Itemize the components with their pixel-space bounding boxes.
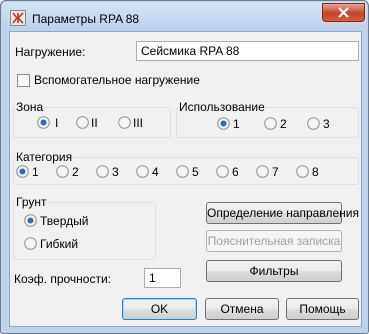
usage-option-label: 1 [233,117,240,131]
zone-option-label: III [133,116,144,130]
title-bar[interactable]: Параметры RPA 88 [2,2,367,30]
usage-option-label: 2 [280,117,287,131]
soil-option-label: Твердый [40,214,89,228]
category-group-title: Категория [15,150,74,164]
auxiliary-load-checkbox[interactable] [17,74,30,87]
zone-option-label: II [91,116,98,130]
category-option-label: 3 [112,165,119,179]
load-label: Нагружение: [15,45,86,59]
category-option-label: 1 [32,165,39,179]
category-option-label: 5 [192,165,199,179]
strength-coefficient-input[interactable]: 1 [144,268,181,288]
zone-group-title: Зона [15,100,45,114]
soil-option-label: Гибкий [40,237,79,251]
category-option-label: 7 [272,165,279,179]
strength-coefficient-label: Коэф. прочности: [14,272,111,286]
ok-button[interactable]: OK [122,298,197,320]
soil-group [13,202,156,260]
explanatory-note-button[interactable]: Пояснительная записка [206,230,342,252]
auxiliary-load-label: Вспомогательное нагружение [34,73,200,87]
help-button[interactable]: Помощь [286,298,359,320]
category-option-label: 2 [72,165,79,179]
category-option-label: 6 [232,165,239,179]
usage-option-label: 3 [323,117,330,131]
close-button[interactable] [322,3,365,22]
zone-option-label: I [55,116,59,130]
direction-definition-button[interactable]: Определение направления [206,202,359,224]
dialog-client: Нагружение: Сейсмика RPA 88 Вспомогатель… [9,31,362,327]
window-title: Параметры RPA 88 [32,12,140,26]
close-icon [338,7,349,18]
usage-group-title: Использование [178,100,266,114]
soil-group-title: Грунт [15,195,48,209]
app-icon [10,10,26,26]
category-option-label: 8 [312,165,319,179]
filters-button[interactable]: Фильтры [206,260,342,282]
category-option-label: 4 [152,165,159,179]
dialog-window: Параметры RPA 88 Нагружение: Сейсмика RP… [0,0,369,334]
load-name-input[interactable]: Сейсмика RPA 88 [136,41,359,61]
cancel-button[interactable]: Отмена [205,298,279,320]
